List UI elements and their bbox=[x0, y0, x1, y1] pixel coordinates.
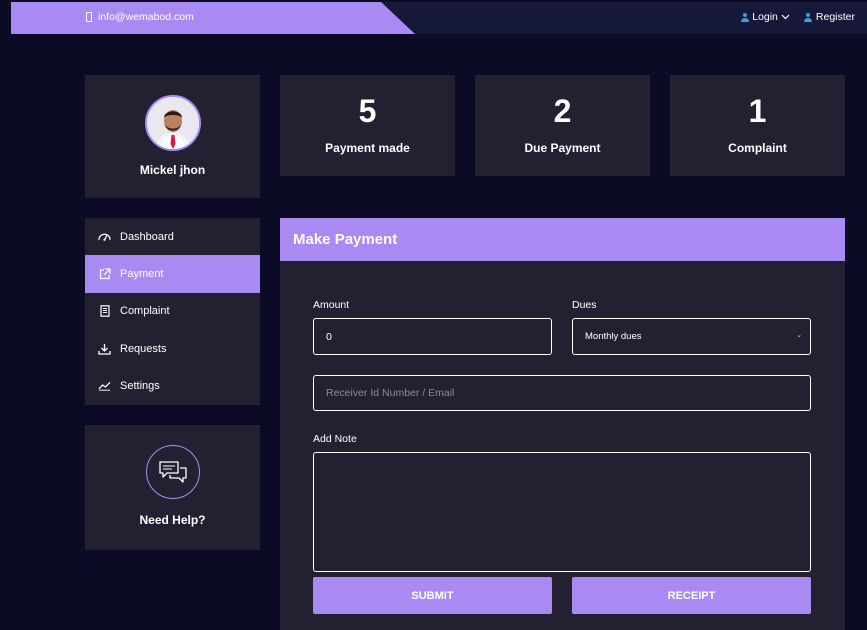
sidebar-menu: Dashboard Payment Complaint Requests Set… bbox=[85, 218, 260, 405]
stat-label: Complaint bbox=[728, 141, 787, 155]
sidebar-item-dashboard[interactable]: Dashboard bbox=[85, 218, 260, 255]
sidebar-item-label: Complaint bbox=[120, 305, 170, 318]
phone-icon bbox=[86, 12, 92, 22]
amount-label: Amount bbox=[313, 299, 350, 311]
help-title: Need Help? bbox=[139, 513, 206, 527]
login-label: Login bbox=[752, 11, 778, 23]
contact-email[interactable]: info@wemabod.com bbox=[86, 11, 194, 23]
top-bar-accent bbox=[11, 2, 415, 34]
sidebar-item-requests[interactable]: Requests bbox=[85, 330, 260, 367]
receipt-button[interactable]: RECEIPT bbox=[572, 577, 811, 614]
stat-label: Payment made bbox=[325, 141, 410, 155]
avatar[interactable] bbox=[144, 95, 201, 151]
stat-value: 5 bbox=[358, 93, 377, 129]
chevron-down-icon: ⌄ bbox=[796, 332, 802, 339]
help-icon-circle bbox=[145, 445, 200, 499]
stat-card-payment-made: 5 Payment made bbox=[280, 75, 455, 176]
register-link[interactable]: Register bbox=[804, 11, 855, 23]
payment-panel-header: Make Payment bbox=[280, 218, 845, 261]
login-link[interactable]: Login bbox=[740, 11, 790, 23]
stat-value: 1 bbox=[748, 93, 767, 129]
stat-card-complaint: 1 Complaint bbox=[670, 75, 845, 176]
register-label: Register bbox=[815, 11, 855, 23]
sidebar-item-label: Dashboard bbox=[120, 230, 174, 243]
payment-form: Amount Dues Monthly dues ⌄ Add Note SUBM… bbox=[280, 261, 845, 630]
trend-line-icon bbox=[98, 380, 111, 393]
sidebar-item-label: Requests bbox=[120, 342, 167, 355]
stat-card-due-payment: 2 Due Payment bbox=[475, 75, 650, 176]
stat-label: Due Payment bbox=[524, 141, 601, 155]
external-link-icon bbox=[98, 268, 111, 281]
receiver-input[interactable] bbox=[313, 375, 811, 411]
sidebar-item-complaint[interactable]: Complaint bbox=[85, 293, 260, 330]
dues-selected-value: Monthly dues bbox=[585, 331, 642, 342]
sidebar-item-payment[interactable]: Payment bbox=[85, 255, 260, 293]
auth-links: Login Register bbox=[740, 11, 855, 23]
download-icon bbox=[98, 342, 111, 355]
note-label: Add Note bbox=[313, 433, 357, 445]
document-icon bbox=[98, 305, 111, 318]
help-card[interactable]: Need Help? bbox=[85, 425, 260, 550]
contact-email-text: info@wemabod.com bbox=[98, 11, 194, 23]
sidebar-item-settings[interactable]: Settings bbox=[85, 368, 260, 405]
stat-value: 2 bbox=[553, 93, 572, 129]
avatar-portrait bbox=[146, 97, 199, 149]
chat-bubbles-icon bbox=[158, 461, 187, 483]
dues-select[interactable]: Monthly dues ⌄ bbox=[572, 318, 811, 355]
sidebar-item-label: Payment bbox=[120, 268, 164, 281]
chevron-down-icon bbox=[781, 14, 790, 20]
top-bar: info@wemabod.com Login Register bbox=[11, 2, 867, 34]
note-textarea[interactable] bbox=[313, 452, 811, 572]
amount-input[interactable] bbox=[313, 318, 552, 355]
dues-label: Dues bbox=[572, 299, 597, 311]
submit-button[interactable]: SUBMIT bbox=[313, 577, 552, 614]
sidebar-item-label: Settings bbox=[120, 380, 160, 393]
profile-name: Mickel jhon bbox=[139, 163, 206, 177]
user-icon bbox=[740, 12, 749, 22]
gauge-icon bbox=[98, 230, 111, 243]
profile-card: Mickel jhon bbox=[85, 75, 260, 198]
user-icon bbox=[804, 12, 813, 22]
payment-panel-title: Make Payment bbox=[293, 231, 398, 248]
